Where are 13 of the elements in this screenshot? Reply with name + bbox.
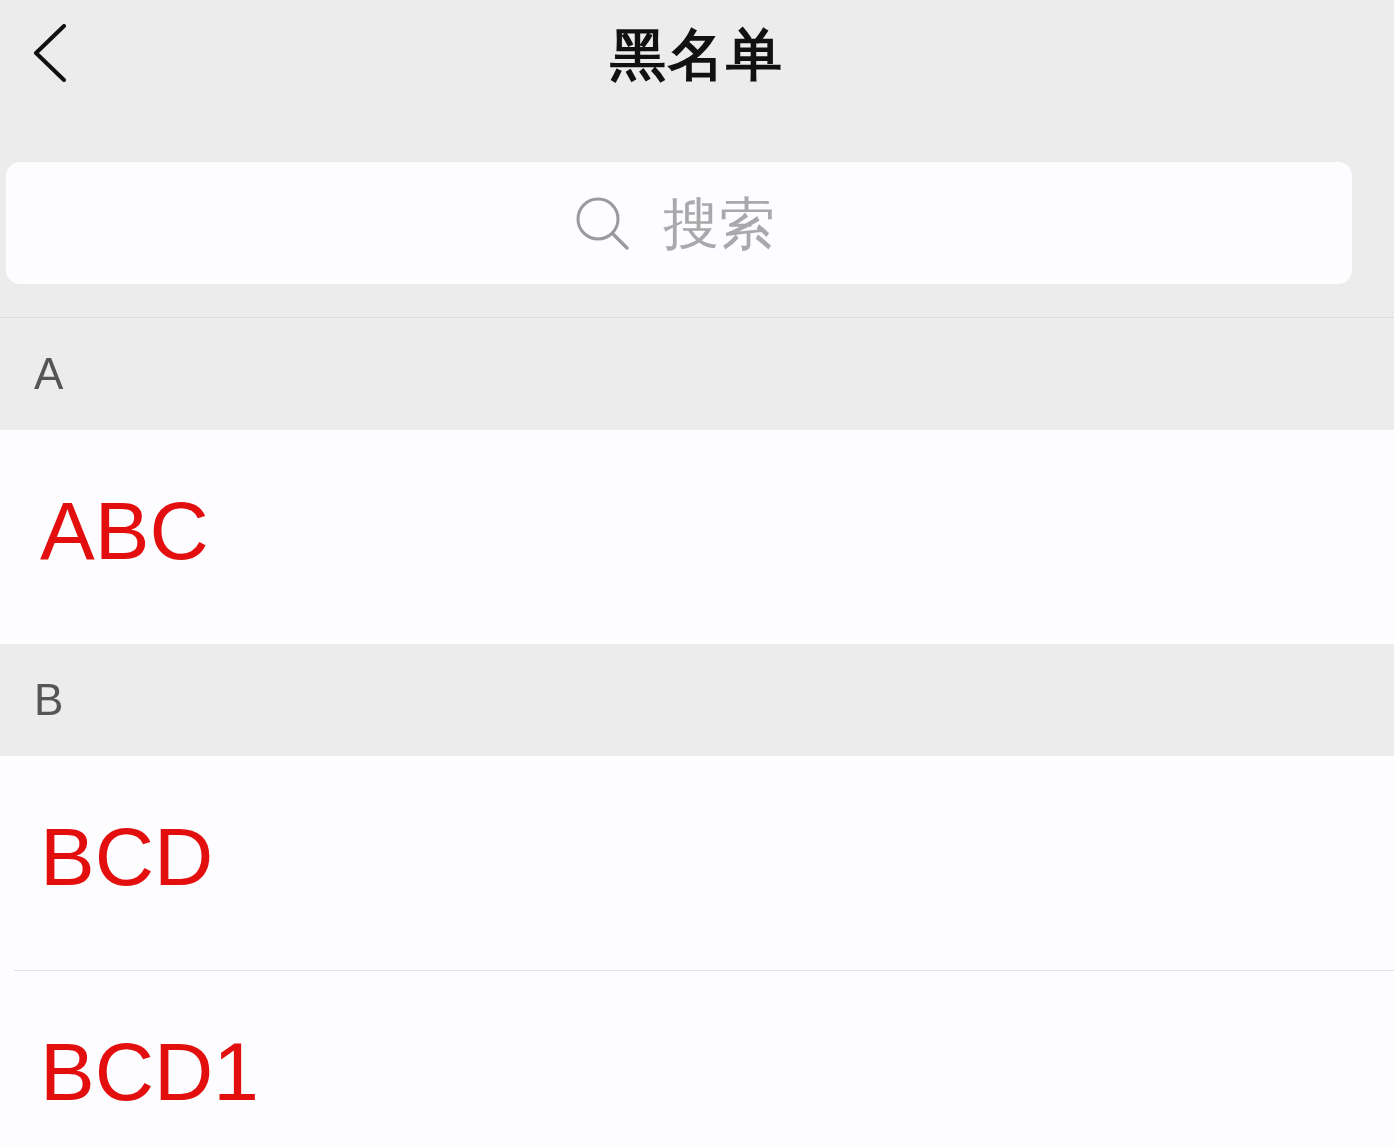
contact-row[interactable]: BCD1 [14, 970, 1394, 1147]
contact-name: ABC [40, 490, 209, 572]
chevron-left-icon [33, 24, 67, 82]
page-title: 黑名单 [610, 27, 784, 83]
section-letter: A [34, 352, 64, 396]
section-letter: B [34, 678, 64, 722]
contact-row[interactable]: BCD [0, 756, 1394, 970]
contact-name: BCD [40, 816, 214, 898]
contact-row[interactable]: ABC [0, 430, 1394, 644]
contact-name: BCD1 [40, 1031, 259, 1113]
search-icon [575, 196, 630, 250]
search-bar[interactable]: 搜索 [6, 162, 1352, 284]
search-field[interactable]: 搜索 [663, 190, 783, 256]
